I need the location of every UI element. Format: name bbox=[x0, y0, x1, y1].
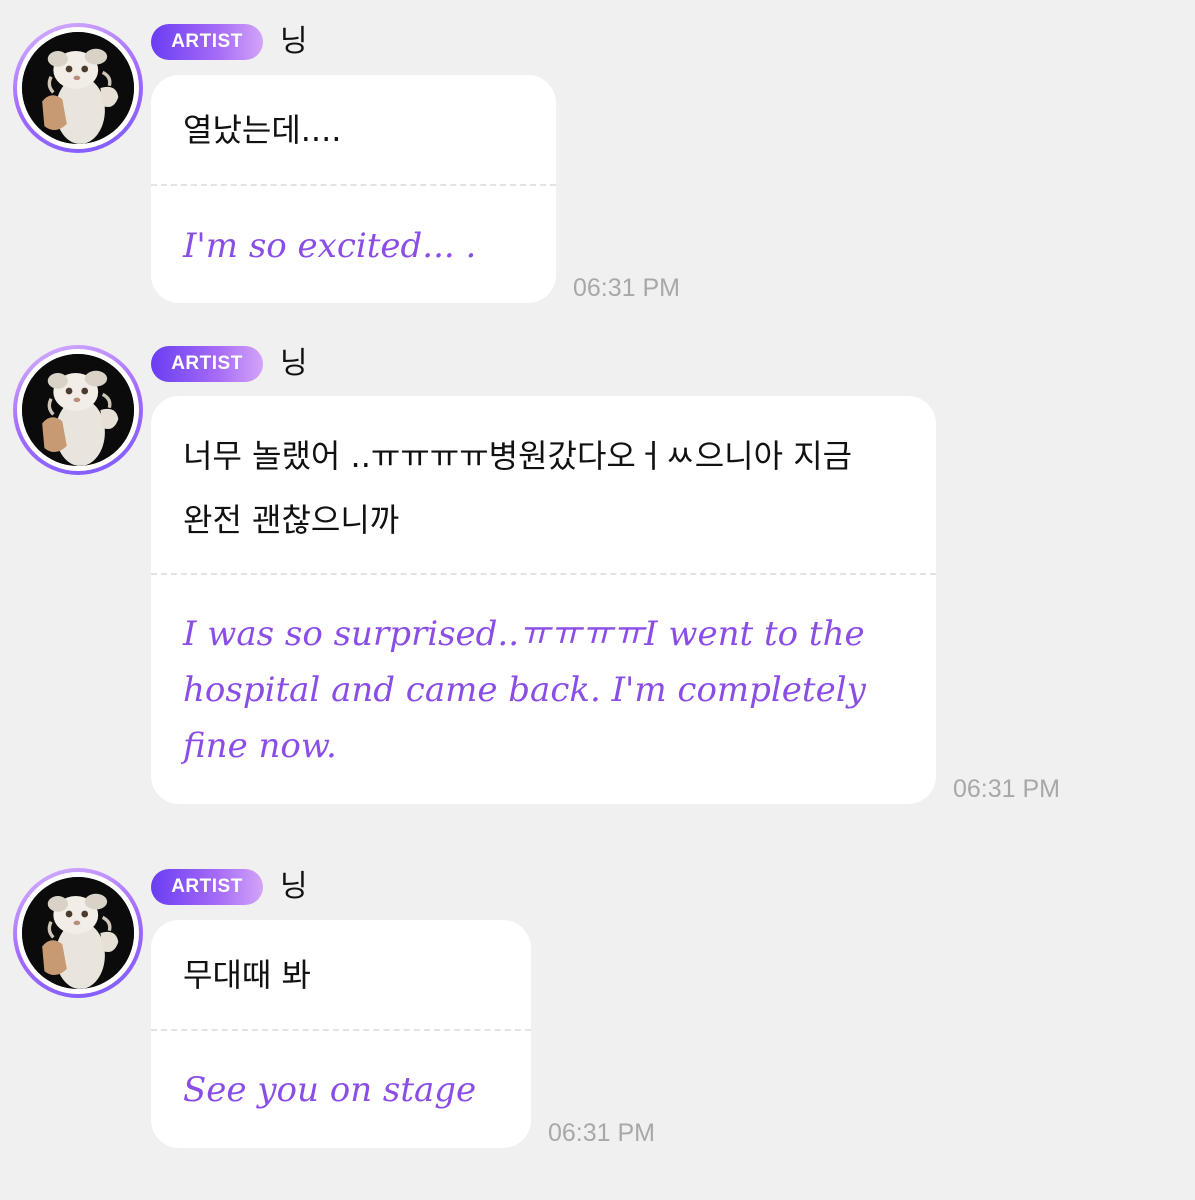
message-text-korean: 너무 놀랬어 ..ㅠㅠㅠㅠ병원갔다오ㅓㅆ으니아 지금 완전 괜찮으니까 bbox=[183, 437, 853, 539]
chat-message: ARTIST 닝 무대때 봐 See you on stage 06:31 PM bbox=[0, 820, 1195, 1200]
message-timestamp: 06:31 PM bbox=[573, 274, 681, 302]
message-text-translation: See you on stage bbox=[183, 1070, 477, 1110]
white-cat-avatar-icon bbox=[22, 32, 134, 144]
white-cat-avatar-icon bbox=[22, 354, 134, 466]
cat-image bbox=[22, 877, 134, 989]
cat-image bbox=[22, 32, 134, 144]
message-text-korean: 열났는데.... bbox=[183, 111, 342, 149]
avatar-frame bbox=[17, 349, 139, 471]
artist-badge: ARTIST bbox=[151, 869, 263, 905]
avatar-frame bbox=[17, 27, 139, 149]
message-bubble[interactable]: 열났는데.... I'm so excited... . bbox=[151, 75, 556, 303]
translation-divider bbox=[151, 1029, 531, 1031]
chat-message: ARTIST 닝 열났는데.... I'm so excited... . 06… bbox=[0, 0, 1195, 320]
artist-badge: ARTIST bbox=[151, 346, 263, 382]
white-cat-avatar-icon bbox=[22, 877, 134, 989]
avatar[interactable] bbox=[13, 868, 143, 998]
translation-divider bbox=[151, 184, 556, 186]
sender-name: 닝 bbox=[280, 346, 308, 381]
sender-name: 닝 bbox=[280, 24, 308, 59]
avatar[interactable] bbox=[13, 345, 143, 475]
cat-image bbox=[22, 354, 134, 466]
message-bubble[interactable]: 너무 놀랬어 ..ㅠㅠㅠㅠ병원갔다오ㅓㅆ으니아 지금 완전 괜찮으니까 I wa… bbox=[151, 396, 936, 804]
translation-divider bbox=[151, 573, 936, 575]
message-bubble[interactable]: 무대때 봐 See you on stage bbox=[151, 920, 531, 1148]
artist-badge: ARTIST bbox=[151, 24, 263, 60]
avatar[interactable] bbox=[13, 23, 143, 153]
chat-message: ARTIST 닝 너무 놀랬어 ..ㅠㅠㅠㅠ병원갔다오ㅓㅆ으니아 지금 완전 괜… bbox=[0, 320, 1195, 820]
message-timestamp: 06:31 PM bbox=[953, 775, 1061, 803]
avatar-frame bbox=[17, 872, 139, 994]
message-timestamp: 06:31 PM bbox=[548, 1119, 656, 1147]
message-text-translation: I'm so excited... . bbox=[183, 226, 477, 266]
sender-name: 닝 bbox=[280, 869, 308, 904]
message-text-korean: 무대때 봐 bbox=[183, 956, 311, 994]
message-text-translation: I was so surprised..ㅠㅠㅠㅠI went to the ho… bbox=[183, 614, 866, 766]
